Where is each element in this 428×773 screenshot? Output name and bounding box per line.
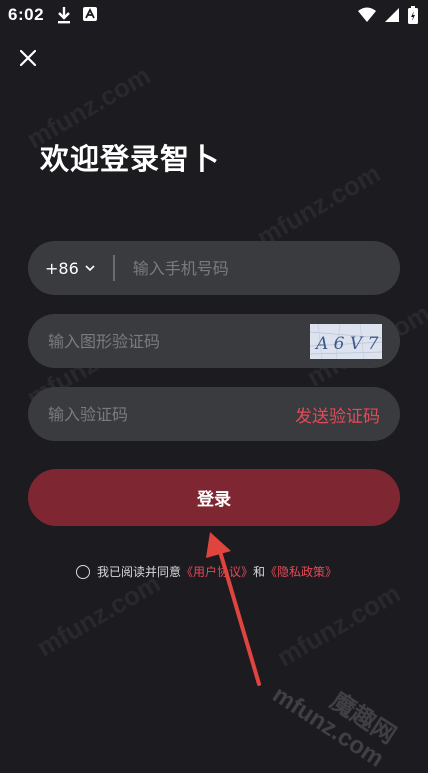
captcha-field: A 6 V 7 <box>28 313 400 369</box>
watermark-brand: 魔趣网 <box>325 687 401 750</box>
status-bar: 6:02 <box>0 0 428 30</box>
status-right-icons <box>358 6 418 28</box>
agreement-radio[interactable] <box>76 564 90 579</box>
country-code-selector[interactable]: +86 <box>45 259 95 278</box>
divider <box>112 255 115 281</box>
watermark: mfunz.com <box>251 157 386 253</box>
battery-icon <box>408 6 418 28</box>
page-title: 欢迎登录智卜 <box>40 142 221 176</box>
signal-icon <box>384 7 400 27</box>
agreement-and: 和 <box>253 565 266 579</box>
watermark-site: mfunz.com <box>267 680 389 773</box>
send-code-button[interactable]: 发送验证码 <box>295 402 380 427</box>
phone-input[interactable] <box>130 240 400 296</box>
status-time: 6:02 <box>8 5 45 24</box>
captcha-image[interactable]: A 6 V 7 <box>310 323 382 359</box>
app-notification-icon <box>82 6 98 28</box>
country-code-label: +86 <box>45 258 79 278</box>
privacy-policy-link[interactable]: 《隐私政策》 <box>265 563 337 580</box>
agreement-row: 我已阅读并同意 《用户协议》 和 《隐私政策》 <box>76 563 337 580</box>
login-button[interactable]: 登录 <box>28 469 400 526</box>
user-agreement-link[interactable]: 《用户协议》 <box>181 563 253 580</box>
close-button[interactable] <box>16 46 40 70</box>
close-icon <box>19 49 37 67</box>
phone-field: +86 <box>28 240 400 296</box>
sms-code-input[interactable] <box>46 386 295 442</box>
status-left-icons <box>56 6 98 28</box>
captcha-text: A 6 V 7 <box>314 334 379 354</box>
wifi-icon <box>358 7 376 27</box>
chevron-down-icon <box>85 265 95 272</box>
agreement-prefix: 我已阅读并同意 <box>97 565 182 579</box>
brand-watermark: 魔趣网 mfunz.com <box>268 660 403 773</box>
sms-code-field: 发送验证码 <box>28 386 400 442</box>
watermark: mfunz.com <box>271 577 406 673</box>
captcha-input[interactable] <box>46 313 310 369</box>
annotation-arrow <box>206 532 261 686</box>
download-icon <box>56 6 72 28</box>
watermark: mfunz.com <box>31 567 166 663</box>
